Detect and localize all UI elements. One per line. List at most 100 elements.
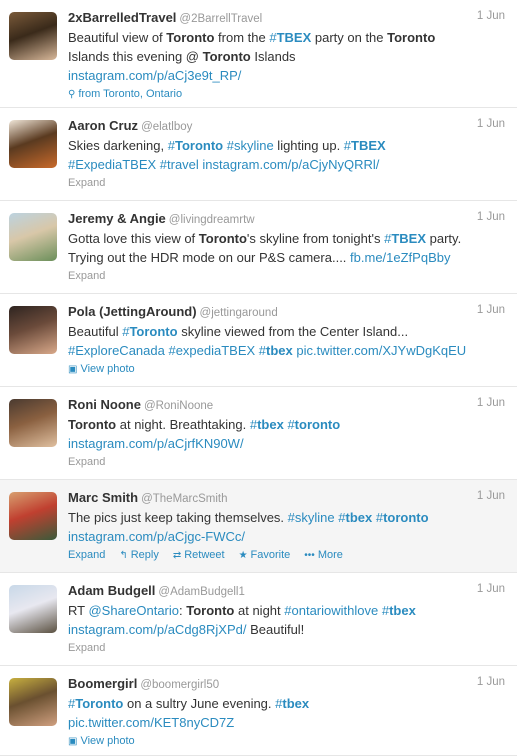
hashtag-link[interactable]: TBEX — [391, 231, 426, 246]
tweet-text-segment: party. — [426, 231, 462, 246]
tweet-link[interactable]: instagram.com/p/aCjyNyQRRl/ — [202, 157, 379, 172]
hashtag-link[interactable]: toronto — [383, 510, 428, 525]
tweet-link[interactable]: instagram.com/p/aCjgc-FWCc/ — [68, 529, 245, 544]
tweet-footer: Expand — [68, 454, 507, 470]
expand-link[interactable]: Expand — [68, 642, 105, 654]
user-handle[interactable]: @livingdreamrtw — [169, 214, 255, 226]
tweet-text-segment: Beautiful view of — [68, 30, 167, 45]
tweet-timestamp[interactable]: 1 Jun — [477, 304, 505, 316]
tweet-item[interactable]: Aaron Cruz @elatlboy 1 Jun Skies darkening,… — [0, 108, 517, 201]
tweet-timestamp[interactable]: 1 Jun — [477, 490, 505, 502]
user-handle[interactable]: @boomergirl50 — [140, 679, 219, 691]
user-handle[interactable]: @elatlboy — [141, 121, 192, 133]
tweet-text-segment: Skies darkening, — [68, 138, 168, 153]
hashtag-link[interactable]: # — [269, 30, 276, 45]
avatar[interactable] — [9, 492, 57, 540]
tweet-timestamp[interactable]: 1 Jun — [477, 397, 505, 409]
hashtag-link[interactable]: Toronto — [129, 324, 177, 339]
hashtag-link[interactable]: # — [376, 510, 383, 525]
user-name[interactable]: Aaron Cruz — [68, 118, 138, 133]
hashtag-link[interactable]: Toronto — [75, 696, 123, 711]
user-handle[interactable]: @RoniNoone — [144, 400, 213, 412]
retweet-button[interactable]: ⇄ Retweet — [173, 549, 225, 561]
avatar[interactable] — [9, 120, 57, 168]
expand-link[interactable]: Expand — [68, 456, 105, 468]
tweet-timestamp[interactable]: 1 Jun — [477, 676, 505, 688]
hashtag-link[interactable]: #skyline # — [288, 510, 346, 525]
keyword-highlight: Toronto — [387, 30, 436, 45]
hashtag-link[interactable]: toronto — [295, 417, 340, 432]
tweet-link[interactable]: pic.twitter.com/KET8nyCD7Z — [68, 715, 234, 730]
view-photo-link[interactable]: ▣ View photo — [68, 735, 135, 747]
user-handle[interactable]: @jettingaround — [200, 307, 278, 319]
expand-link[interactable]: Expand — [68, 549, 105, 561]
tweet-text: RT @ShareOntario: Toronto at night #onta… — [68, 601, 507, 639]
tweet-link[interactable]: instagram.com/p/aCj3e9t_RP/ — [68, 68, 241, 83]
view-photo-link[interactable]: ▣ View photo — [68, 363, 135, 375]
hashtag-link[interactable]: # — [287, 417, 294, 432]
keyword-highlight: Toronto — [75, 696, 124, 711]
hashtag-link[interactable]: tbex — [266, 343, 293, 358]
tweet-text-segment: at night — [234, 603, 285, 618]
hashtag-link[interactable]: # — [344, 138, 351, 153]
expand-link[interactable]: Expand — [68, 177, 105, 189]
tweet-item[interactable]: Jeremy & Angie @livingdreamrtw 1 Jun Gotta … — [0, 201, 517, 294]
user-handle[interactable]: @TheMarcSmith — [141, 493, 227, 505]
hashtag-link[interactable]: tbex — [282, 696, 309, 711]
reply-button[interactable]: ↰ Reply — [119, 549, 159, 561]
tweet-item[interactable]: 2xBarrelledTravel @2BarrellTravel 1 Jun Bea… — [0, 0, 517, 108]
photo-icon: ▣ — [68, 364, 78, 375]
tweet-link[interactable]: instagram.com/p/aCdg8RjXPd/ — [68, 622, 246, 637]
hashtag-link[interactable]: tbex — [389, 603, 416, 618]
tweet-link[interactable]: fb.me/1eZfPqBby — [350, 250, 450, 265]
tweet-item[interactable]: Roni Noone @RoniNoone 1 Jun Toronto at nigh… — [0, 387, 517, 480]
hashtag-link[interactable]: tbex — [257, 417, 284, 432]
tweet-link[interactable]: pic.twitter.com/XJYwDgKqEU — [296, 343, 466, 358]
tweet-item[interactable]: Pola (JettingAround) @jettingaround 1 Jun B… — [0, 294, 517, 387]
user-name[interactable]: 2xBarrelledTravel — [68, 10, 176, 25]
user-handle[interactable]: @AdamBudgell1 — [158, 586, 244, 598]
avatar[interactable] — [9, 12, 57, 60]
hashtag-link[interactable]: #ontariowithlove # — [284, 603, 389, 618]
hashtag-link[interactable]: # — [250, 417, 257, 432]
hashtag-link[interactable]: #ExpediaTBEX #travel — [68, 157, 202, 172]
user-name[interactable]: Boomergirl — [68, 676, 137, 691]
avatar[interactable] — [9, 678, 57, 726]
avatar[interactable] — [9, 306, 57, 354]
tweet-link[interactable]: @ShareOntario — [88, 603, 179, 618]
avatar[interactable] — [9, 585, 57, 633]
hashtag-link[interactable]: TBEX — [351, 138, 386, 153]
tweet-item[interactable]: Adam Budgell @AdamBudgell1 1 Jun RT @ShareO… — [0, 573, 517, 666]
user-name[interactable]: Jeremy & Angie — [68, 211, 166, 226]
avatar[interactable] — [9, 213, 57, 261]
tweet-item[interactable]: Boomergirl @boomergirl50 1 Jun #Toronto on … — [0, 666, 517, 756]
hashtag-link[interactable]: tbex — [345, 510, 372, 525]
tweet-header: Boomergirl @boomergirl50 — [68, 676, 507, 692]
hashtag-link[interactable]: #ExploreCanada #expediaTBEX # — [68, 343, 266, 358]
expand-link[interactable]: Expand — [68, 270, 105, 282]
tweet-link[interactable]: instagram.com/p/aCjrfKN90W/ — [68, 436, 244, 451]
keyword-highlight: tbex — [266, 343, 293, 358]
user-handle[interactable]: @2BarrellTravel — [179, 13, 262, 25]
user-name[interactable]: Roni Noone — [68, 397, 141, 412]
location-link[interactable]: ⚲ from Toronto, Ontario — [68, 88, 182, 100]
hashtag-link[interactable]: Toronto — [175, 138, 223, 153]
action-label: Favorite — [250, 549, 291, 561]
tweet-timestamp[interactable]: 1 Jun — [477, 211, 505, 223]
hashtag-link[interactable]: # — [168, 138, 175, 153]
hashtag-link[interactable]: #skyline — [223, 138, 274, 153]
hashtag-link[interactable]: TBEX — [277, 30, 312, 45]
avatar[interactable] — [9, 399, 57, 447]
user-name[interactable]: Pola (JettingAround) — [68, 304, 197, 319]
reply-icon: ↰ — [119, 550, 128, 561]
user-name[interactable]: Adam Budgell — [68, 583, 155, 598]
tweet-timestamp[interactable]: 1 Jun — [477, 583, 505, 595]
tweet-timeline: 2xBarrelledTravel @2BarrellTravel 1 Jun Bea… — [0, 0, 517, 756]
favorite-button[interactable]: ★ Favorite — [239, 549, 291, 561]
user-name[interactable]: Marc Smith — [68, 490, 138, 505]
tweet-timestamp[interactable]: 1 Jun — [477, 118, 505, 130]
tweet-timestamp[interactable]: 1 Jun — [477, 10, 505, 22]
tweet-text: Gotta love this view of Toronto's skylin… — [68, 229, 507, 267]
more-button[interactable]: ••• More — [304, 549, 343, 561]
tweet-item[interactable]: Marc Smith @TheMarcSmith 1 Jun The pics jus… — [0, 480, 517, 573]
